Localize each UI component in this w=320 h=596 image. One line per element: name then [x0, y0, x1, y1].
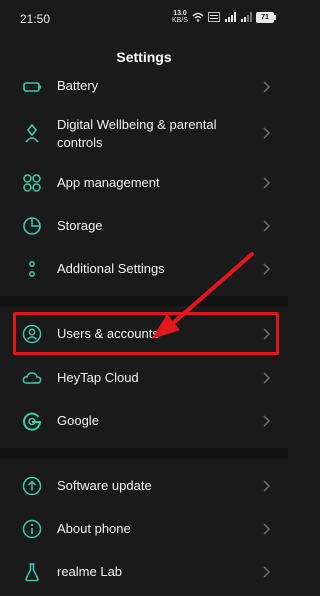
- chevron-right-icon: [263, 263, 271, 275]
- settings-item-label: Battery: [57, 78, 99, 93]
- signal-icon: [225, 12, 236, 22]
- digital-wellbeing-icon: [25, 123, 39, 143]
- battery-icon: [23, 82, 42, 92]
- section-divider: [0, 296, 288, 306]
- chevron-right-icon: [263, 81, 271, 93]
- chevron-right-icon: [263, 177, 271, 189]
- software-update-icon: [22, 476, 42, 496]
- lab-flask-icon: [25, 563, 39, 582]
- settings-item-label: Google: [57, 413, 99, 428]
- settings-item-label: Additional Settings: [57, 261, 165, 276]
- network-speed: 13.0 KB/S: [172, 10, 188, 24]
- wifi-icon: [192, 12, 204, 22]
- settings-item-battery[interactable]: Battery: [0, 72, 288, 100]
- settings-item-realme-lab[interactable]: realme Lab: [0, 556, 288, 588]
- section-divider: [0, 448, 288, 458]
- page-title: Settings: [116, 49, 172, 65]
- status-time: 21:50: [20, 12, 51, 26]
- status-icons: 13.0 KB/S 71: [172, 10, 276, 24]
- settings-item-label: App management: [57, 175, 160, 190]
- battery-status-icon: 71: [256, 11, 276, 23]
- settings-item-software-update[interactable]: Software update: [0, 470, 288, 502]
- volte-icon: [208, 12, 220, 22]
- storage-icon: [23, 217, 41, 235]
- settings-item-digital-wellbeing[interactable]: Digital Wellbeing & parental controls: [0, 110, 288, 156]
- settings-item-label: HeyTap Cloud: [57, 370, 139, 385]
- status-bar: 21:50 13.0 KB/S 71: [0, 0, 288, 38]
- settings-item-label: realme Lab: [57, 564, 123, 579]
- chevron-right-icon: [263, 127, 271, 139]
- chevron-right-icon: [263, 566, 271, 578]
- settings-item-google[interactable]: Google: [0, 405, 288, 437]
- chevron-right-icon: [263, 220, 271, 232]
- chevron-right-icon: [263, 372, 271, 384]
- settings-item-heytap-cloud[interactable]: HeyTap Cloud: [0, 362, 288, 394]
- network-speed-unit: KB/S: [172, 17, 188, 24]
- settings-item-about-phone[interactable]: About phone: [0, 513, 288, 545]
- app-management-icon: [23, 174, 41, 192]
- about-phone-icon: [22, 519, 42, 539]
- settings-item-label: Digital Wellbeing & parental controls: [57, 117, 217, 150]
- settings-item-label: Software update: [57, 478, 152, 493]
- signal-icon-2: [241, 12, 252, 22]
- chevron-right-icon: [263, 523, 271, 535]
- cloud-icon: [22, 372, 42, 384]
- network-speed-value: 13.0: [173, 10, 187, 17]
- settings-item-storage[interactable]: Storage: [0, 210, 288, 242]
- settings-item-additional-settings[interactable]: Additional Settings: [0, 253, 288, 285]
- chevron-right-icon: [263, 480, 271, 492]
- settings-item-label: Storage: [57, 218, 103, 233]
- google-icon: [23, 412, 42, 431]
- settings-item-app-management[interactable]: App management: [0, 166, 288, 198]
- settings-item-label: About phone: [57, 521, 131, 536]
- highlight-box: [13, 312, 279, 355]
- additional-settings-icon: [29, 261, 35, 277]
- chevron-right-icon: [263, 415, 271, 427]
